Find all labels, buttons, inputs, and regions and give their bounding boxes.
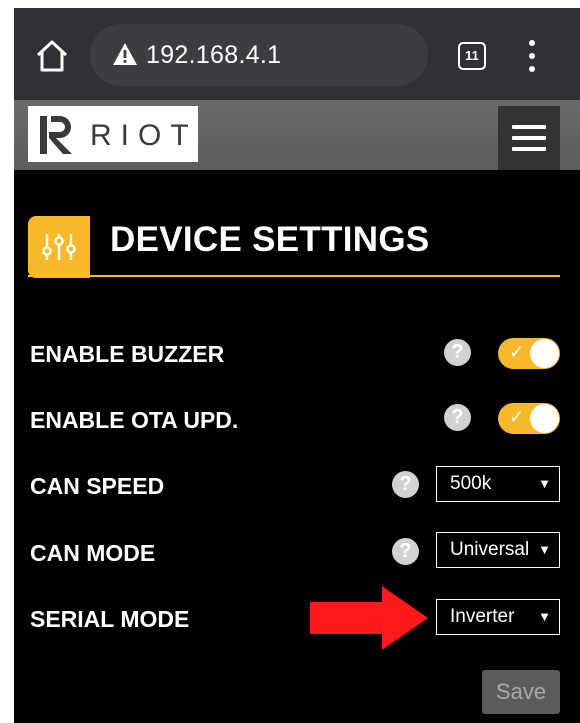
- red-arrow-annotation: [310, 586, 428, 650]
- browser-toolbar: 192.168.4.1 11: [14, 8, 580, 100]
- page-title: DEVICE SETTINGS: [110, 220, 430, 259]
- sliders-icon: [28, 216, 90, 278]
- check-icon: ✓: [509, 342, 525, 362]
- setting-label-can-mode: CAN MODE: [30, 540, 156, 566]
- dropdown-caret-icon: ▼: [538, 542, 551, 557]
- dropdown-caret-icon: ▼: [538, 609, 551, 624]
- hamburger-menu-icon[interactable]: [498, 106, 560, 170]
- toggle-knob: [530, 404, 559, 433]
- logo-text: RIOT: [90, 119, 198, 152]
- riot-logo: RIOT: [28, 106, 198, 162]
- setting-label-can-speed: CAN SPEED: [30, 473, 165, 499]
- dropdown-caret-icon: ▼: [538, 476, 551, 491]
- phone-screen: 192.168.4.1 11 RIOT DEVICE SETTINGS ENAB…: [14, 8, 580, 723]
- check-icon: ✓: [509, 407, 525, 427]
- help-icon[interactable]: ?: [444, 404, 471, 431]
- site-header: RIOT: [14, 100, 580, 170]
- can-speed-value: 500k: [450, 473, 492, 494]
- save-button[interactable]: Save: [482, 670, 560, 714]
- url-text: 192.168.4.1: [146, 41, 282, 69]
- tab-switcher-button[interactable]: 11: [458, 42, 486, 70]
- warning-icon[interactable]: [112, 42, 138, 66]
- help-icon[interactable]: ?: [444, 339, 471, 366]
- title-divider: [28, 275, 560, 277]
- home-icon[interactable]: [32, 36, 72, 76]
- serial-mode-value: Inverter: [450, 606, 515, 627]
- more-options-icon[interactable]: [522, 38, 542, 74]
- toggle-knob: [530, 339, 559, 368]
- enable-buzzer-toggle[interactable]: ✓: [498, 338, 560, 369]
- help-icon[interactable]: ?: [392, 538, 419, 565]
- setting-label-serial-mode: SERIAL MODE: [30, 606, 190, 632]
- can-speed-select[interactable]: 500k ▼: [436, 466, 560, 502]
- can-mode-value: Universal: [450, 539, 530, 560]
- serial-mode-select[interactable]: Inverter ▼: [436, 599, 560, 635]
- setting-label-enable-ota: ENABLE OTA UPD.: [30, 407, 239, 433]
- enable-ota-toggle[interactable]: ✓: [498, 403, 560, 434]
- riot-logo-mark: [40, 116, 72, 154]
- can-mode-select[interactable]: Universal ▼: [436, 532, 560, 568]
- help-icon[interactable]: ?: [392, 471, 419, 498]
- setting-label-enable-buzzer: ENABLE BUZZER: [30, 341, 225, 367]
- address-bar[interactable]: 192.168.4.1: [90, 24, 428, 86]
